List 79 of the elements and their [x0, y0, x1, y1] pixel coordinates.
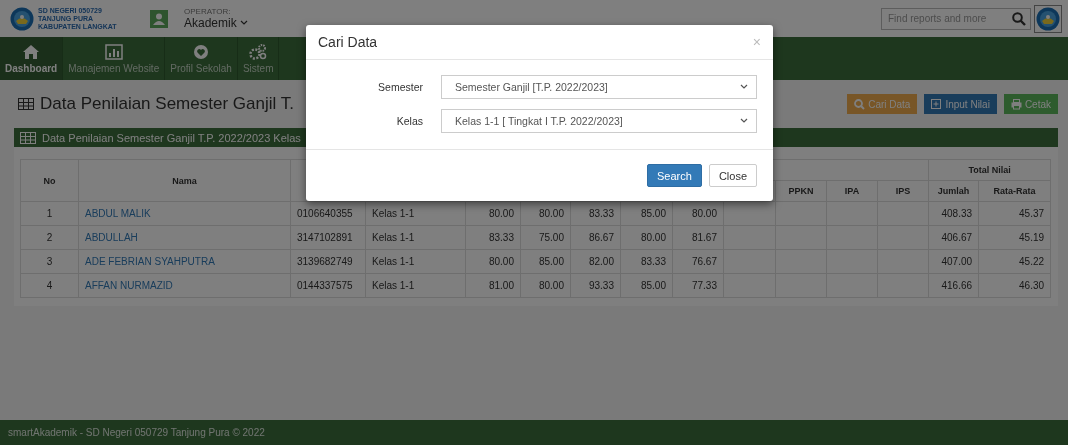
table-cell: 76.67 — [672, 249, 724, 274]
printer-icon — [1010, 98, 1022, 110]
nav-item[interactable]: Dashboard — [0, 37, 64, 80]
table-cell: 93.33 — [570, 273, 621, 298]
table-icon — [20, 131, 36, 144]
search-icon — [854, 98, 866, 110]
column-header: IPA — [826, 180, 878, 202]
table-cell: 416.66 — [928, 273, 979, 298]
table-cell: 1 — [20, 201, 79, 226]
plus-box-icon — [931, 98, 943, 110]
role-label: OPERATOR: — [184, 7, 232, 16]
table-cell: 4 — [20, 273, 79, 298]
table-cell: 85.00 — [620, 273, 673, 298]
student-name-link[interactable]: AFFAN NURMAZID — [85, 280, 173, 291]
table-cell: 407.00 — [928, 249, 979, 274]
table-cell: 85.00 — [520, 249, 571, 274]
page-title: Data Penilaian Semester Ganjil T. — [40, 94, 294, 114]
table-cell: 86.67 — [570, 225, 621, 250]
table-cell: 82.00 — [570, 249, 621, 274]
chevron-down-icon — [740, 84, 748, 90]
bar-chart-icon — [104, 43, 123, 60]
column-header: Rata-Rata — [978, 180, 1051, 202]
table-cell: 3 — [20, 249, 79, 274]
table-cell: 81.67 — [672, 225, 724, 250]
table-cell: 3139682749 — [290, 249, 366, 274]
table-cell: 80.00 — [520, 273, 571, 298]
student-name-link[interactable]: ABDULLAH — [85, 232, 138, 243]
nav-item[interactable]: Profil Sekolah — [165, 37, 238, 80]
close-button[interactable]: × — [752, 34, 761, 50]
table-cell: 3147102891 — [290, 225, 366, 250]
table-cell: 0144337575 — [290, 273, 366, 298]
column-group-header: Total Nilai — [928, 159, 1051, 181]
table-icon — [18, 98, 34, 110]
footer-text: smartAkademik - SD Negeri 050729 Tanjung Pura © 2022 — [0, 420, 1068, 445]
modal-button[interactable]: Close — [708, 164, 757, 187]
table-cell: 406.67 — [928, 225, 979, 250]
column-header: No — [20, 159, 79, 202]
table-cell: Kelas 1-1 — [365, 273, 466, 298]
column-header: Nama — [78, 159, 291, 202]
select-field[interactable]: Kelas 1-1 [ Tingkat I T.P. 2022/2023] — [441, 109, 757, 133]
table-cell: 46.30 — [978, 273, 1051, 298]
field-label: Kelas — [395, 115, 424, 127]
school-logo-icon — [1036, 6, 1060, 31]
home-icon — [22, 43, 41, 60]
table-cell: 45.37 — [978, 201, 1051, 226]
table-cell: 77.33 — [672, 273, 724, 298]
action-button[interactable]: Cari Data — [847, 94, 918, 114]
field-label: Semester — [377, 81, 424, 93]
panel-title: Data Penilaian Semester Ganjil T.P. 2022/2023 Kelas — [42, 131, 301, 144]
action-button[interactable]: Cetak — [1003, 94, 1058, 114]
student-name-link[interactable]: ABDUL MALIK — [85, 208, 151, 219]
nav-item[interactable]: Sistem — [237, 37, 280, 80]
table-cell: 80.00 — [465, 249, 521, 274]
chevron-down-icon — [239, 20, 248, 26]
table-cell: 83.33 — [620, 249, 673, 274]
heart-bubble-icon — [192, 43, 211, 60]
table-cell: 83.33 — [465, 225, 521, 250]
action-button[interactable]: Input Nilai — [924, 94, 997, 114]
table-cell: 45.22 — [978, 249, 1051, 274]
table-cell: 80.00 — [620, 225, 673, 250]
select-field[interactable]: Semester Ganjil [T.P. 2022/2023] — [441, 75, 757, 99]
table-cell: Kelas 1-1 — [365, 249, 466, 274]
table-cell: 45.19 — [978, 225, 1051, 250]
search-icon — [1012, 11, 1026, 26]
table-cell: Kelas 1-1 — [365, 225, 466, 250]
table-cell: 81.00 — [465, 273, 521, 298]
modal-title: Cari Data — [318, 34, 378, 50]
table-cell: 75.00 — [520, 225, 571, 250]
table-cell: 408.33 — [928, 201, 979, 226]
column-header: Jumlah — [928, 180, 979, 202]
chevron-down-icon — [740, 118, 748, 124]
gears-icon — [249, 43, 268, 60]
school-logo-icon — [10, 6, 34, 31]
modal-button[interactable]: Search — [647, 164, 702, 187]
user-menu[interactable]: Akademik — [184, 16, 237, 30]
column-header: IPS — [877, 180, 929, 202]
table-cell: 2 — [20, 225, 79, 250]
column-header: PPKN — [775, 180, 827, 202]
nav-item[interactable]: Manajemen Website — [63, 37, 166, 80]
